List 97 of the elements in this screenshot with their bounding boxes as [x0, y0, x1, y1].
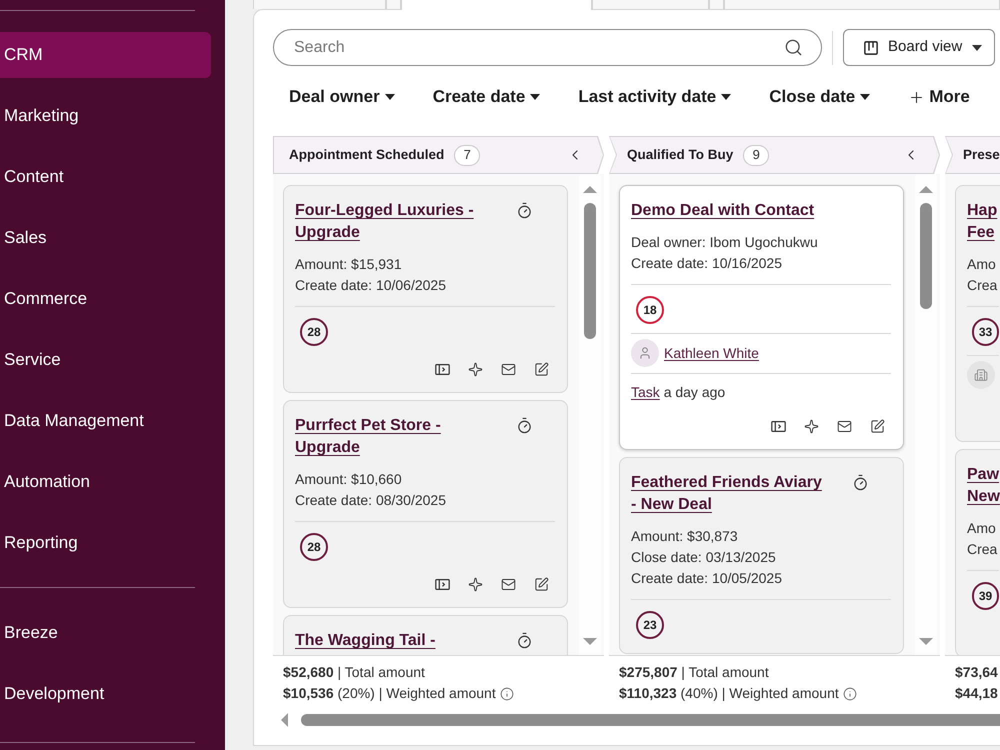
caret-icon — [860, 94, 870, 100]
scroll-up-arrow-icon[interactable] — [583, 186, 597, 193]
nav-item[interactable]: Reporting — [0, 520, 211, 566]
filter-button[interactable]: Create date — [432, 84, 540, 110]
square-pen-icon[interactable] — [870, 418, 885, 434]
deal-card[interactable]: The Wagging Tail - — [283, 615, 568, 655]
deal-title-link[interactable]: Purrfect Pet Store - Upgrade — [295, 415, 493, 459]
activity-link[interactable]: Task — [631, 384, 660, 400]
card-detail: Amount: $15,931 — [295, 255, 402, 274]
square-pen-icon[interactable] — [534, 362, 549, 376]
info-icon[interactable] — [842, 686, 857, 700]
number-badge: 28 — [300, 533, 328, 561]
stopwatch-icon[interactable] — [516, 202, 533, 219]
filter-button[interactable]: More — [908, 84, 970, 110]
card-detail: Deal owner: Ibom Ugochukwu — [631, 233, 818, 252]
deal-card[interactable]: Purrfect Pet Store - Upgrade Amount: $10,660 Create date: 08/30/2025 28 — [283, 400, 568, 608]
kanban-board-icon — [864, 40, 878, 54]
stopwatch-icon[interactable] — [516, 632, 533, 649]
nav-item[interactable]: Automation — [0, 459, 211, 505]
building-avatar-icon — [967, 361, 995, 389]
count-badge: 9 — [743, 144, 770, 166]
column-title: Prese — [963, 146, 1000, 164]
info-icon[interactable] — [500, 686, 514, 700]
filter-button[interactable]: Deal owner — [289, 84, 395, 110]
total-amount-text: $275,807 | Total amount — [619, 663, 769, 682]
caret-icon — [721, 94, 732, 100]
scrollbar-thumb[interactable] — [920, 203, 932, 309]
column-title: Qualified To Buy — [627, 146, 734, 164]
mail-icon[interactable] — [501, 362, 516, 376]
card-detail: Amo — [967, 519, 996, 538]
weighted-amount-text: $10,536 (20%) | Weighted amount — [283, 684, 496, 703]
nav-item[interactable]: Content — [0, 154, 211, 200]
deal-card[interactable]: Hap Fee Amo Crea 33 — [955, 185, 1000, 442]
deal-card[interactable]: Paw New Amo Crea 39 — [955, 449, 1000, 655]
card-detail: Crea — [967, 276, 998, 295]
number-badge: 23 — [636, 611, 664, 639]
nav-item[interactable]: Commerce — [0, 276, 211, 322]
person-avatar-icon — [631, 339, 659, 367]
sparkle-icon[interactable] — [804, 418, 819, 434]
card-detail: Create date: 10/06/2025 — [295, 276, 446, 295]
square-pen-icon[interactable] — [534, 576, 549, 592]
total-amount-text: $73,64 — [955, 663, 998, 682]
search-icon[interactable] — [784, 38, 803, 57]
nav-item[interactable]: Marketing — [0, 93, 211, 139]
activity-text: Task a day ago — [631, 383, 726, 402]
deal-title-link[interactable]: The Wagging Tail - — [295, 630, 436, 652]
nav-item[interactable]: Sales — [0, 215, 211, 261]
caret-icon — [384, 94, 395, 100]
filter-button[interactable]: Last activity date — [578, 84, 732, 110]
number-badge: 28 — [300, 318, 328, 346]
deal-title-link[interactable]: Hap Fee — [967, 200, 999, 244]
weighted-amount-text: $44,18 — [955, 684, 998, 703]
deal-title-link[interactable]: Four-Legged Luxuries - Upgrade — [295, 200, 493, 244]
card-detail: Close date: 03/13/2025 — [631, 548, 776, 567]
nav-item[interactable]: Service — [0, 337, 211, 383]
deal-card[interactable]: Demo Deal with Contact Deal owner: Ibom Ugochukwu Create date: 10/16/2025 18 Kathleen White Task a day ago — [619, 185, 904, 450]
card-detail: Amount: $30,873 — [631, 527, 738, 546]
deal-title-link[interactable]: Demo Deal with Contact — [631, 200, 814, 222]
stopwatch-icon[interactable] — [852, 474, 869, 491]
deal-card[interactable]: Four-Legged Luxuries - Upgrade Amount: $15,931 Create date: 10/06/2025 28 — [283, 185, 568, 393]
stopwatch-icon[interactable] — [516, 417, 533, 434]
weighted-amount-text: $110,323 (40%) | Weighted amount — [619, 684, 839, 703]
mail-icon[interactable] — [837, 418, 852, 434]
contact-link[interactable]: Kathleen White — [664, 342, 759, 364]
search-field[interactable]: Search — [273, 29, 822, 66]
sparkle-icon[interactable] — [468, 362, 483, 376]
board-view-button[interactable]: Board view — [843, 29, 995, 66]
scrollbar-thumb[interactable] — [584, 203, 596, 339]
card-detail: Create date: 10/05/2025 — [631, 569, 782, 588]
nav-item[interactable]: Development — [0, 671, 211, 717]
deal-title-link[interactable]: Feathered Friends Aviary - New Deal — [631, 472, 829, 516]
mail-icon[interactable] — [501, 576, 516, 592]
nav-item[interactable]: CRM — [0, 32, 211, 78]
total-amount-text: $52,680 | Total amount — [283, 663, 425, 682]
card-detail: Amount: $10,660 — [295, 470, 402, 489]
scroll-left-arrow-icon[interactable] — [281, 712, 288, 726]
card-detail: Create date: 10/16/2025 — [631, 254, 782, 273]
number-badge: 33 — [972, 318, 999, 346]
sparkle-icon[interactable] — [468, 576, 483, 592]
caret-icon — [530, 94, 540, 100]
deal-title-link[interactable]: Paw New — [967, 464, 999, 508]
number-badge: 18 — [636, 296, 664, 324]
caret-icon — [972, 44, 982, 50]
nav-item[interactable]: Breeze — [0, 610, 211, 656]
card-detail: Crea — [967, 540, 998, 559]
nav-item[interactable]: Data Management — [0, 398, 211, 444]
scroll-down-arrow-icon[interactable] — [583, 638, 597, 645]
card-detail: Create date: 08/30/2025 — [295, 491, 446, 510]
deal-card[interactable]: Feathered Friends Aviary - New Deal Amount: $30,873 Close date: 03/13/2025 Create date: 10/05/2025 23 — [619, 457, 904, 654]
count-badge: 7 — [454, 144, 480, 166]
column-title: Appointment Scheduled — [289, 146, 444, 164]
number-badge: 39 — [972, 582, 999, 610]
scroll-down-arrow-icon[interactable] — [919, 638, 933, 645]
filter-button[interactable]: Close date — [769, 84, 870, 110]
scroll-up-arrow-icon[interactable] — [919, 186, 933, 193]
card-detail: Amo — [967, 255, 996, 274]
scrollbar-thumb[interactable] — [301, 714, 1000, 726]
